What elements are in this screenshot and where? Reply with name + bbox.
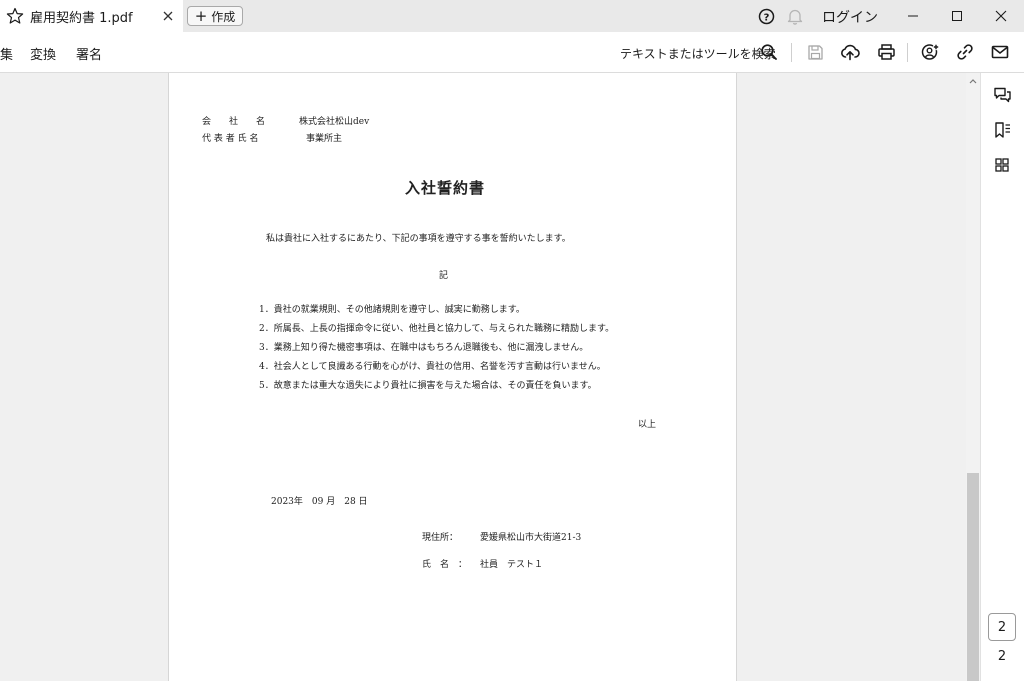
help-icon[interactable]: ? bbox=[758, 8, 775, 25]
ijou-text: 以上 bbox=[638, 420, 657, 430]
scrollbar-thumb[interactable] bbox=[967, 473, 979, 681]
bookmarks-icon[interactable] bbox=[992, 120, 1012, 140]
toolbar-divider bbox=[791, 43, 792, 62]
name-value: 社員 テスト１ bbox=[480, 560, 544, 570]
maximize-button[interactable] bbox=[934, 0, 980, 32]
bell-icon[interactable] bbox=[787, 8, 803, 25]
current-page-input[interactable]: 2 bbox=[988, 613, 1016, 641]
ki-heading: 記 bbox=[439, 271, 449, 281]
create-label: 作成 bbox=[211, 9, 236, 24]
clause-item: 1．貴社の就業規則、その他諸規則を遵守し、誠実に勤務します。 bbox=[259, 305, 525, 315]
vertical-scrollbar[interactable] bbox=[966, 73, 980, 681]
main-toolbar: 集 変換 署名 テキストまたはツールを検索 bbox=[0, 32, 1024, 73]
create-button[interactable]: + 作成 bbox=[187, 6, 243, 26]
scroll-up-icon[interactable] bbox=[966, 77, 980, 89]
signature-date: 2023年 09 月 28 日 bbox=[271, 497, 368, 507]
tool-search-label[interactable]: テキストまたはツールを検索 bbox=[620, 45, 776, 62]
intro-text: 私は貴社に入社するにあたり、下記の事項を遵守する事を誓約いたします。 bbox=[266, 234, 571, 244]
tab-close-icon[interactable] bbox=[159, 7, 177, 25]
mail-icon[interactable] bbox=[990, 42, 1010, 62]
clause-item: 4．社会人として良識ある行動を心がけ、貴社の信用、名誉を汚す言動は行いません。 bbox=[259, 362, 606, 372]
representative-label: 代 表 者 氏 名 bbox=[202, 134, 259, 144]
clause-item: 5．故意または重大な過失により貴社に損害を与えた場合は、その責任を負います。 bbox=[259, 381, 597, 391]
address-value: 愛媛県松山市大街道21-3 bbox=[480, 533, 582, 543]
tab-title: 雇用契約書 1.pdf bbox=[30, 10, 133, 26]
document-viewport[interactable]: 会 社 名 株式会社松山dev 代 表 者 氏 名 事業所主 入社誓約書 私は貴… bbox=[0, 73, 966, 681]
clause-item: 2．所属長、上長の指揮命令に従い、他社員と協力して、与えられた職務に精励します。 bbox=[259, 324, 615, 334]
representative-value: 事業所主 bbox=[306, 134, 343, 144]
save-icon[interactable] bbox=[805, 42, 825, 62]
document-title: 入社誓約書 bbox=[405, 179, 486, 197]
menu-item-edit[interactable]: 集 bbox=[0, 44, 13, 63]
toolbar-divider bbox=[907, 43, 908, 62]
link-icon[interactable] bbox=[955, 42, 975, 62]
close-window-button[interactable] bbox=[978, 0, 1024, 32]
pdf-page: 会 社 名 株式会社松山dev 代 表 者 氏 名 事業所主 入社誓約書 私は貴… bbox=[168, 73, 737, 681]
comments-icon[interactable] bbox=[992, 85, 1012, 105]
minimize-button[interactable] bbox=[890, 0, 936, 32]
share-user-icon[interactable] bbox=[920, 42, 940, 62]
document-tab[interactable]: 雇用契約書 1.pdf bbox=[0, 0, 183, 32]
title-bar: 雇用契約書 1.pdf + 作成 ? ログイン bbox=[0, 0, 1024, 32]
star-icon[interactable] bbox=[6, 7, 24, 25]
menu-item-sign[interactable]: 署名 bbox=[76, 44, 102, 63]
print-icon[interactable] bbox=[876, 42, 896, 62]
clause-item: 3．業務上知り得た機密事項は、在職中はもちろん退職後も、他に漏洩しません。 bbox=[259, 343, 589, 353]
company-value: 株式会社松山dev bbox=[299, 117, 370, 127]
company-label: 会 社 名 bbox=[202, 117, 266, 127]
menu-item-convert[interactable]: 変換 bbox=[30, 44, 56, 63]
plus-icon: + bbox=[194, 6, 208, 25]
search-icon[interactable] bbox=[759, 42, 779, 62]
cloud-upload-icon[interactable] bbox=[840, 42, 860, 62]
right-side-panel: 2 2 bbox=[980, 73, 1024, 681]
name-label: 氏 名 ： bbox=[422, 560, 468, 570]
total-pages: 2 bbox=[997, 649, 1007, 664]
login-link[interactable]: ログイン bbox=[822, 7, 878, 27]
address-label: 現住所： bbox=[422, 533, 459, 543]
thumbnails-icon[interactable] bbox=[992, 155, 1012, 175]
svg-text:?: ? bbox=[764, 12, 770, 23]
